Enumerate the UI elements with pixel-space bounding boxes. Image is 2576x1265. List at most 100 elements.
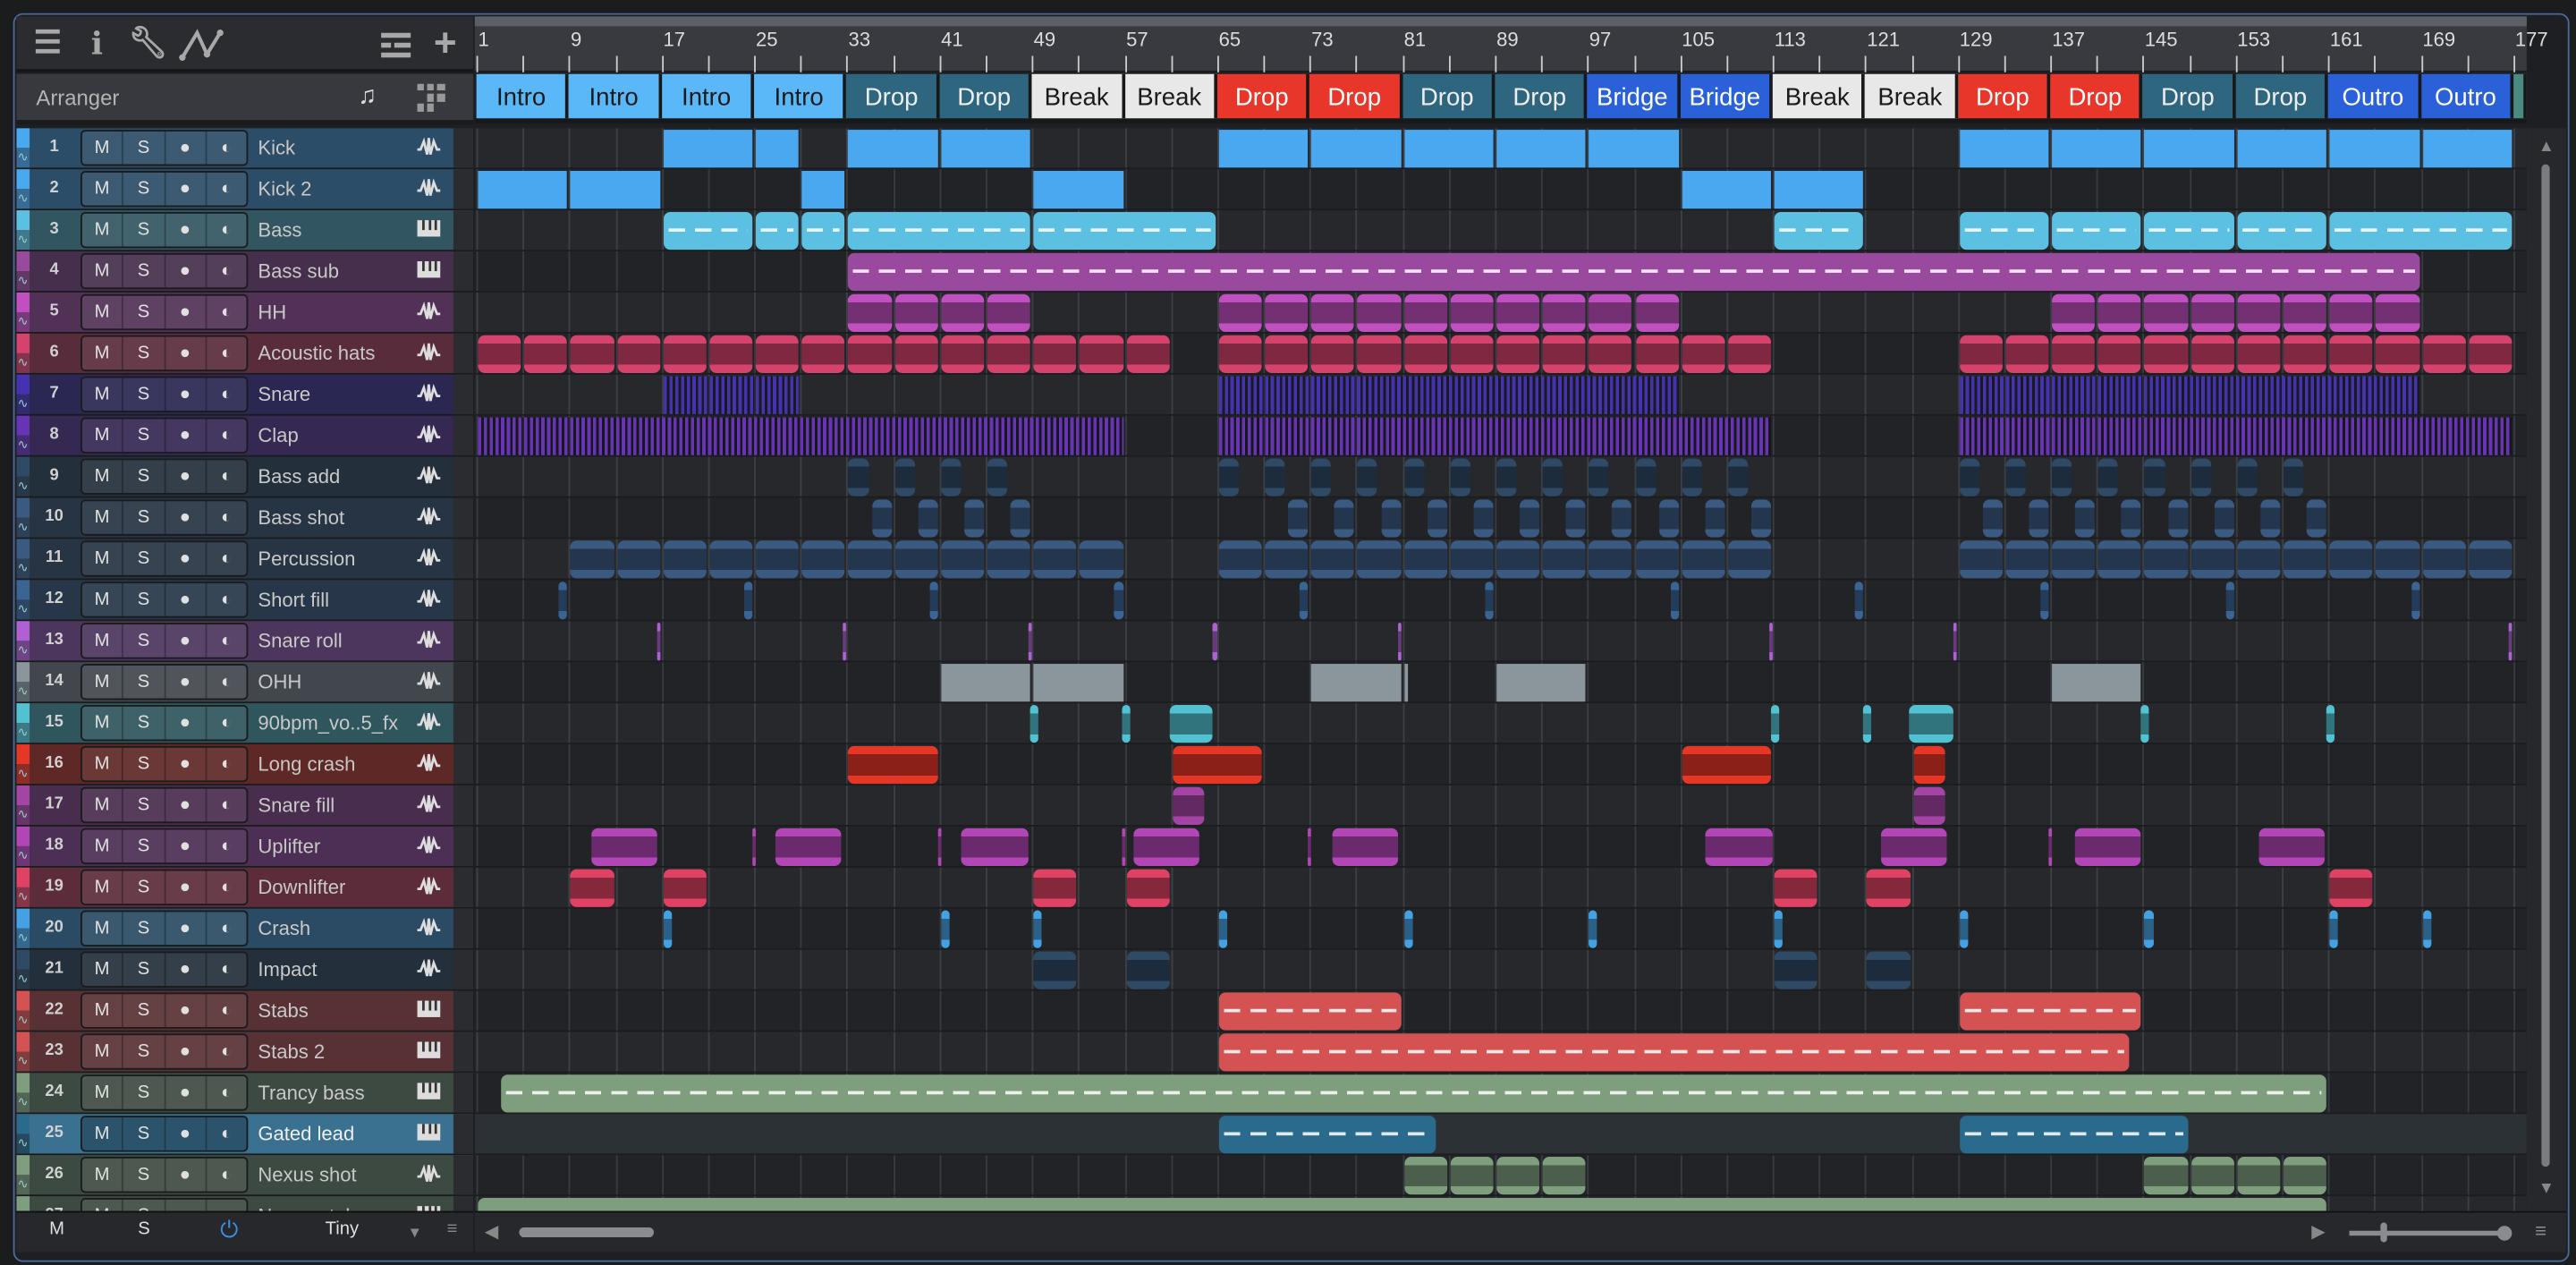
mute-button[interactable]: M bbox=[81, 994, 124, 1027]
record-arm-button[interactable]: ● bbox=[165, 295, 207, 329]
mute-button[interactable]: M bbox=[81, 829, 124, 863]
clip-audio[interactable] bbox=[2284, 1157, 2327, 1195]
scroll-down-icon[interactable]: ▼ bbox=[2538, 1180, 2555, 1198]
clip-solid[interactable] bbox=[756, 130, 800, 168]
track-color-swatch[interactable] bbox=[16, 1073, 30, 1093]
mute-button[interactable]: M bbox=[81, 953, 124, 987]
monitor-button[interactable]: ◐ bbox=[206, 501, 247, 534]
automation-icon[interactable]: ∿ bbox=[16, 1051, 30, 1072]
monitor-button[interactable]: ◐ bbox=[206, 1158, 247, 1192]
track-header[interactable]: ∿ 10 M S ● ◐ Bass shot bbox=[16, 497, 473, 539]
automation-icon[interactable]: ∿ bbox=[16, 148, 30, 168]
clip-audio[interactable] bbox=[1959, 540, 2003, 579]
clip-midi[interactable] bbox=[756, 211, 800, 250]
clip-audio[interactable] bbox=[2190, 293, 2234, 333]
mute-button[interactable]: M bbox=[81, 1199, 124, 1211]
clip-audio[interactable] bbox=[2284, 458, 2304, 497]
clip-audio[interactable] bbox=[1357, 293, 1401, 333]
clip-audio[interactable] bbox=[1218, 293, 1262, 333]
zoom-options-icon[interactable]: ≡ bbox=[2535, 1219, 2546, 1243]
track-name[interactable]: Uplifter bbox=[258, 827, 413, 866]
automation-icon[interactable]: ∿ bbox=[16, 723, 30, 743]
mute-button[interactable]: M bbox=[81, 747, 124, 781]
record-arm-button[interactable]: ● bbox=[165, 747, 207, 781]
clip-audio[interactable] bbox=[1774, 869, 1818, 907]
clip-audio[interactable] bbox=[1380, 499, 1401, 538]
clip-stripes[interactable] bbox=[1218, 417, 1772, 455]
track-lane[interactable] bbox=[474, 580, 2527, 622]
clip-audio[interactable] bbox=[1670, 582, 1679, 620]
mute-button[interactable]: M bbox=[81, 665, 124, 699]
mute-all-button[interactable]: M bbox=[49, 1219, 64, 1239]
automation-icon[interactable]: ∿ bbox=[16, 1092, 30, 1113]
clip-audio[interactable] bbox=[962, 828, 1029, 866]
clip-audio[interactable] bbox=[848, 335, 892, 373]
track-name[interactable]: OHH bbox=[258, 662, 413, 701]
monitor-button[interactable]: ◐ bbox=[206, 870, 247, 904]
arranger-section[interactable]: Drop bbox=[1216, 73, 1310, 119]
automation-icon[interactable]: ∿ bbox=[16, 558, 30, 579]
automation-icon[interactable]: ∿ bbox=[16, 1010, 30, 1031]
clip-midi[interactable] bbox=[501, 1074, 2327, 1113]
clip-audio[interactable] bbox=[2329, 540, 2373, 579]
clip-audio[interactable] bbox=[2190, 335, 2234, 373]
clip-audio[interactable] bbox=[941, 458, 962, 497]
clip-audio[interactable] bbox=[2329, 335, 2373, 373]
mute-button[interactable]: M bbox=[81, 213, 124, 247]
mute-button[interactable]: M bbox=[81, 336, 124, 370]
monitor-button[interactable]: ◐ bbox=[206, 829, 247, 863]
monitor-button[interactable]: ◐ bbox=[206, 419, 247, 453]
clip-audio[interactable] bbox=[1770, 704, 1780, 743]
grid-icon[interactable] bbox=[417, 83, 447, 122]
clip-audio[interactable] bbox=[1132, 828, 1199, 866]
mute-button[interactable]: M bbox=[81, 1158, 124, 1192]
clip-audio[interactable] bbox=[1450, 458, 1470, 497]
track-color-swatch[interactable] bbox=[16, 251, 30, 272]
clip-midi[interactable] bbox=[848, 252, 2419, 292]
clip-stripes[interactable] bbox=[1959, 376, 2419, 414]
clip-audio[interactable] bbox=[848, 293, 892, 333]
record-arm-button[interactable]: ● bbox=[165, 419, 207, 453]
solo-button[interactable]: S bbox=[123, 1076, 165, 1109]
clip-midi[interactable] bbox=[2144, 211, 2234, 250]
track-header[interactable]: ∿ 15 M S ● ◐ 90bpm_vo..5_fx bbox=[16, 703, 473, 745]
mute-button[interactable]: M bbox=[81, 706, 124, 740]
automation-icon[interactable]: ∿ bbox=[16, 804, 30, 826]
solo-button[interactable]: S bbox=[123, 419, 165, 453]
track-color-swatch[interactable] bbox=[16, 744, 30, 765]
record-arm-button[interactable]: ● bbox=[165, 665, 207, 699]
clip-audio[interactable] bbox=[1403, 458, 1424, 497]
track-header[interactable]: ∿ 4 M S ● ◐ Bass sub bbox=[16, 251, 473, 293]
clip-audio[interactable] bbox=[1033, 869, 1077, 907]
track-header[interactable]: ∿ 12 M S ● ◐ Short fill bbox=[16, 580, 473, 622]
monitor-button[interactable]: ◐ bbox=[206, 994, 247, 1027]
track-color-swatch[interactable] bbox=[16, 990, 30, 1011]
clip-audio[interactable] bbox=[1867, 869, 1911, 907]
clip-audio[interactable] bbox=[894, 540, 938, 579]
clip-audio[interactable] bbox=[1218, 335, 1262, 373]
add-track-icon[interactable]: + bbox=[428, 24, 463, 64]
solo-button[interactable]: S bbox=[123, 1199, 165, 1211]
record-arm-button[interactable]: ● bbox=[165, 624, 207, 658]
clip-audio[interactable] bbox=[1953, 623, 1957, 661]
track-color-swatch[interactable] bbox=[16, 826, 30, 846]
clip-audio[interactable] bbox=[894, 293, 938, 333]
monitor-button[interactable]: ◐ bbox=[206, 295, 247, 329]
monitor-button[interactable]: ◐ bbox=[206, 912, 247, 946]
clip-audio[interactable] bbox=[2052, 293, 2096, 333]
clip-solid[interactable] bbox=[1033, 664, 1123, 702]
track-header[interactable]: ∿27MS●◐Nexus stabs bbox=[16, 1196, 473, 1211]
solo-button[interactable]: S bbox=[123, 665, 165, 699]
clip-solid[interactable] bbox=[2052, 130, 2142, 168]
clip-audio[interactable] bbox=[1496, 1157, 1540, 1195]
track-lane[interactable] bbox=[474, 621, 2527, 663]
arranger-section[interactable]: Break bbox=[1124, 73, 1217, 119]
clip-audio[interactable] bbox=[1450, 335, 1494, 373]
arranger-section[interactable]: Drop bbox=[846, 73, 940, 119]
clip-audio[interactable] bbox=[1114, 582, 1123, 620]
clip-audio[interactable] bbox=[616, 335, 660, 373]
track-name[interactable]: Bass shot bbox=[258, 498, 413, 538]
clip-midi[interactable] bbox=[801, 211, 845, 250]
clip-audio[interactable] bbox=[2167, 499, 2188, 538]
solo-button[interactable]: S bbox=[123, 172, 165, 206]
